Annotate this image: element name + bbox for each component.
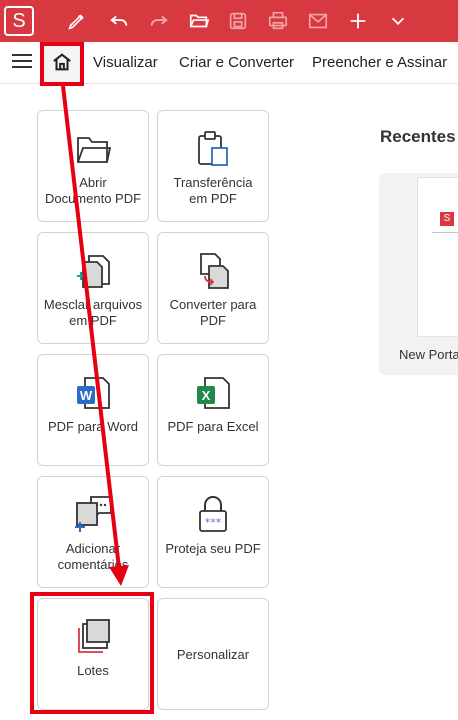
- open-folder-icon: [38, 129, 148, 169]
- tool-adicionar-comentarios[interactable]: Adicionar comentários: [37, 476, 149, 588]
- svg-text:***: ***: [205, 516, 222, 529]
- print-icon[interactable]: [265, 8, 291, 34]
- hamburger-menu-icon[interactable]: [12, 54, 32, 72]
- tab-preencher-e-assinar[interactable]: Preencher e Assinar: [312, 54, 447, 71]
- svg-text:W: W: [80, 388, 93, 403]
- save-icon[interactable]: [225, 8, 251, 34]
- recent-title: Recentes: [380, 127, 456, 146]
- lock-icon: ***: [158, 495, 268, 535]
- recent-file-name: New Portal: [399, 347, 458, 362]
- recent-file-card[interactable]: S New Portal: [379, 173, 458, 375]
- tool-label: Personalizar: [176, 647, 250, 662]
- redo-icon[interactable]: [146, 8, 172, 34]
- tool-pdf-para-excel[interactable]: X PDF para Excel: [157, 354, 269, 466]
- comment-icon: [38, 495, 148, 535]
- tool-personalizar[interactable]: Personalizar: [157, 598, 269, 710]
- thumbnail-text-line: [432, 232, 458, 233]
- home-icon: [51, 51, 73, 78]
- tool-label: Converter para PDF: [169, 297, 257, 328]
- tool-label: Transferência em PDF: [173, 175, 253, 206]
- tool-transferencia-em-pdf[interactable]: Transferência em PDF: [157, 110, 269, 222]
- pen-icon[interactable]: [64, 8, 90, 34]
- chevron-down-icon[interactable]: [385, 8, 411, 34]
- tool-label: Abrir Documento PDF: [44, 175, 142, 206]
- email-icon[interactable]: [305, 8, 331, 34]
- tool-label: Adicionar comentários: [57, 541, 129, 572]
- tab-visualizar[interactable]: Visualizar: [93, 54, 158, 71]
- tool-label: PDF para Word: [47, 419, 139, 434]
- merge-files-icon: [38, 251, 148, 291]
- tab-criar-e-converter[interactable]: Criar e Converter: [179, 54, 294, 71]
- tool-mesclar-arquivos-em-pdf[interactable]: Mesclar arquivos em PDF: [37, 232, 149, 344]
- app-logo[interactable]: S: [4, 6, 34, 36]
- clipboard-icon: [158, 129, 268, 169]
- tool-pdf-para-word[interactable]: W PDF para Word: [37, 354, 149, 466]
- annotation-highlight-box: [30, 592, 154, 714]
- open-folder-icon[interactable]: [186, 8, 212, 34]
- home-button[interactable]: [40, 42, 84, 86]
- undo-icon[interactable]: [106, 8, 132, 34]
- tool-proteja-seu-pdf[interactable]: *** Proteja seu PDF: [157, 476, 269, 588]
- tool-abrir-documento-pdf[interactable]: Abrir Documento PDF: [37, 110, 149, 222]
- tool-label: Proteja seu PDF: [165, 541, 261, 556]
- tool-converter-para-pdf[interactable]: Converter para PDF: [157, 232, 269, 344]
- app-logo: S: [440, 212, 454, 226]
- tool-label: Mesclar arquivos em PDF: [43, 297, 143, 328]
- title-bar: S: [0, 0, 458, 42]
- convert-to-pdf-icon: [158, 251, 268, 291]
- plus-icon[interactable]: [345, 8, 371, 34]
- excel-icon: X: [158, 373, 268, 413]
- svg-text:X: X: [202, 388, 211, 403]
- menu-bar: Visualizar Criar e Converter Preencher e…: [0, 42, 458, 86]
- tool-label: PDF para Excel: [167, 419, 259, 434]
- recent-file-thumbnail: S: [417, 177, 458, 337]
- word-icon: W: [38, 373, 148, 413]
